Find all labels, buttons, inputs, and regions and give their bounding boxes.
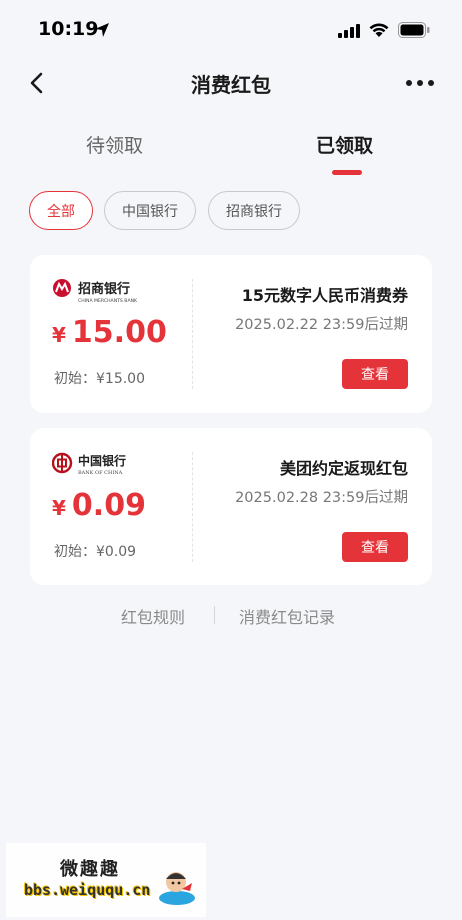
coupon-expiry: 2025.02.28 23:59后过期 — [235, 490, 408, 506]
bank-logo-subtitle: BANK OF CHINA — [78, 470, 123, 476]
watermark: 微趣趣 bbs.weiququ.cn — [6, 843, 206, 917]
watermark-url: bbs.weiququ.cn — [24, 881, 151, 899]
page-title: 消费红包 — [191, 73, 271, 97]
bank-logo-subtitle: CHINA MERCHANTS BANK — [78, 298, 138, 304]
filter-chip-china-merchants-bank[interactable]: 招商银行 — [208, 191, 300, 230]
active-tab-indicator — [332, 170, 362, 175]
mascot-icon — [159, 872, 195, 905]
coupon-expiry: 2025.02.22 23:59后过期 — [235, 317, 408, 333]
rules-link[interactable]: 红包规则 — [121, 604, 185, 628]
location-arrow-icon — [95, 23, 109, 37]
coupon-name: 美团约定返现红包 — [279, 459, 408, 478]
watermark-title: 微趣趣 — [60, 859, 120, 880]
coupon-card[interactable]: 招商银行 CHINA MERCHANTS BANK ¥ 15.00 初始：¥15… — [30, 255, 432, 413]
more-dots-icon[interactable] — [404, 72, 436, 94]
view-button[interactable]: 查看 — [342, 532, 408, 562]
coupon-card[interactable]: 中国银行 BANK OF CHINA ¥ 0.09 初始：¥0.09 美团约定返… — [30, 428, 432, 585]
bank-logo-name: 招商银行 — [78, 281, 130, 297]
bank-logo-name: 中国银行 — [78, 453, 126, 468]
footer-divider — [214, 606, 215, 624]
signal-icon — [338, 24, 360, 38]
coupon-name: 15元数字人民币消费券 — [241, 286, 408, 305]
initial-amount: 初始：¥15.00 — [54, 371, 145, 387]
battery-icon — [398, 22, 430, 38]
amount-value: 15.00 — [71, 315, 167, 350]
status-time: 10:19 — [38, 18, 99, 40]
status-bar: 10:19 — [0, 0, 462, 60]
card-divider — [192, 452, 193, 562]
china-merchants-bank-logo: 招商银行 CHINA MERCHANTS BANK — [53, 279, 138, 304]
amount-value: 0.09 — [71, 488, 146, 523]
coupon-amount: ¥ 15.00 — [52, 315, 167, 350]
filter-chip-all[interactable]: 全部 — [29, 191, 93, 230]
coupon-amount: ¥ 0.09 — [52, 488, 146, 523]
currency-symbol: ¥ — [52, 496, 66, 520]
card-divider — [192, 279, 193, 389]
wifi-icon — [369, 23, 389, 37]
view-button[interactable]: 查看 — [342, 359, 408, 389]
tab-pending[interactable]: 待领取 — [86, 131, 143, 158]
records-link[interactable]: 消费红包记录 — [239, 604, 335, 628]
tab-received[interactable]: 已领取 — [316, 131, 373, 158]
currency-symbol: ¥ — [52, 323, 66, 347]
initial-amount: 初始：¥0.09 — [54, 544, 137, 560]
bank-of-china-logo: 中国银行 BANK OF CHINA — [52, 452, 126, 476]
filter-chip-bank-of-china[interactable]: 中国银行 — [104, 191, 196, 230]
